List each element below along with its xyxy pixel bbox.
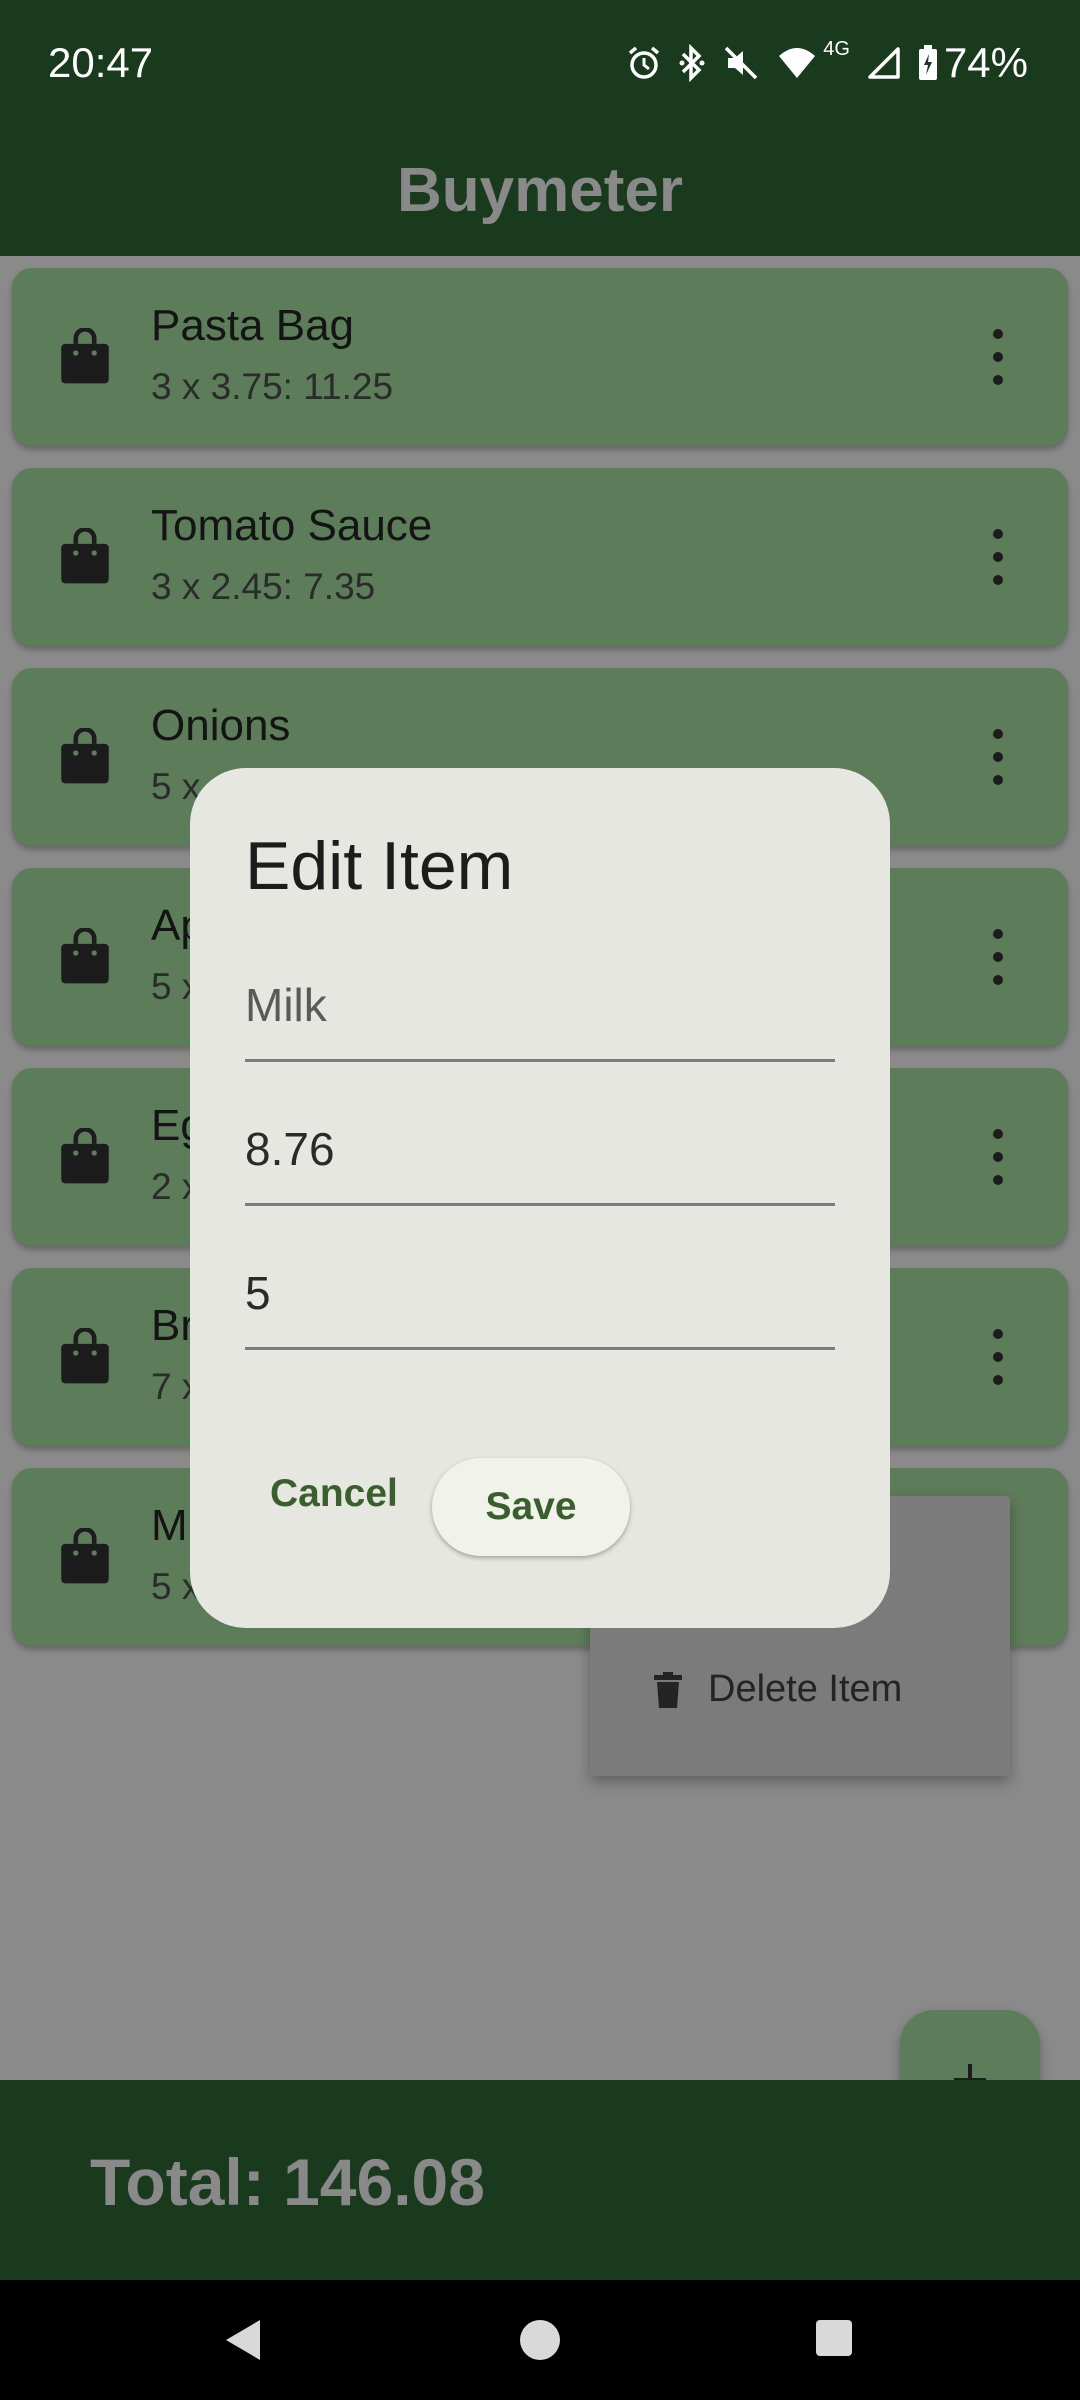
more-vert-icon[interactable] xyxy=(986,924,1010,990)
network-type: 4G xyxy=(823,38,850,60)
wifi-icon xyxy=(777,46,817,80)
shopping-bag-icon xyxy=(61,1528,109,1584)
item-quantity-value: 5 xyxy=(245,1267,271,1319)
shopping-bag-icon xyxy=(61,728,109,784)
dialog-title: Edit Item xyxy=(245,828,514,904)
total-bar: Total: 146.08 xyxy=(0,2080,1080,2280)
mute-icon xyxy=(723,45,759,81)
list-item[interactable]: Pasta Bag 3 x 3.75: 11.25 xyxy=(12,268,1068,446)
delete-item-menu-item[interactable]: Delete Item xyxy=(654,1668,902,1711)
more-vert-icon[interactable] xyxy=(986,324,1010,390)
shopping-bag-icon xyxy=(61,1128,109,1184)
bluetooth-icon xyxy=(679,44,705,82)
item-name: Onions xyxy=(151,701,291,750)
recents-icon[interactable] xyxy=(814,2318,854,2358)
back-icon[interactable] xyxy=(222,2318,266,2362)
battery-charging-icon xyxy=(918,45,938,81)
status-time: 20:47 xyxy=(48,39,154,86)
trash-icon xyxy=(654,1671,682,1708)
more-vert-icon[interactable] xyxy=(986,524,1010,590)
item-quantity-field[interactable]: 5 xyxy=(245,1240,835,1350)
shopping-bag-icon xyxy=(61,328,109,384)
more-vert-icon[interactable] xyxy=(986,1124,1010,1190)
more-vert-icon[interactable] xyxy=(986,1324,1010,1390)
item-price-field[interactable]: 8.76 xyxy=(245,1096,835,1206)
shopping-bag-icon xyxy=(61,1328,109,1384)
cancel-button[interactable]: Cancel xyxy=(248,1458,420,1530)
app-bar: Buymeter xyxy=(0,126,1080,256)
system-nav-bar xyxy=(0,2280,1080,2400)
battery-percent: 74% xyxy=(943,39,1028,86)
item-name-field[interactable]: Milk xyxy=(245,952,835,1062)
item-price-value: 8.76 xyxy=(245,1123,335,1175)
list-item[interactable]: Tomato Sauce 3 x 2.45: 7.35 xyxy=(12,468,1068,646)
delete-item-label: Delete Item xyxy=(708,1668,903,1710)
item-name: Br xyxy=(151,1301,195,1350)
item-detail: 3 x 2.45: 7.35 xyxy=(151,566,376,607)
alarm-icon xyxy=(627,45,661,81)
total-amount: Total: 146.08 xyxy=(90,2145,485,2219)
app-title: Buymeter xyxy=(397,156,683,225)
edit-item-dialog: Edit Item Milk 8.76 5 Cancel Save xyxy=(190,768,890,1628)
more-vert-icon[interactable] xyxy=(986,724,1010,790)
status-bar: 20:47 4G 74% xyxy=(0,0,1080,126)
item-detail: 3 x 3.75: 11.25 xyxy=(151,366,394,407)
shopping-bag-icon xyxy=(61,928,109,984)
shopping-bag-icon xyxy=(61,528,109,584)
signal-icon xyxy=(868,47,900,79)
item-name: M xyxy=(151,1501,188,1550)
save-button[interactable]: Save xyxy=(432,1458,630,1556)
item-name-value: Milk xyxy=(245,979,327,1031)
item-name: Tomato Sauce xyxy=(151,501,433,550)
item-name: Pasta Bag xyxy=(151,301,355,350)
home-icon[interactable] xyxy=(518,2318,562,2362)
status-icons: 4G 74% xyxy=(627,38,1028,88)
